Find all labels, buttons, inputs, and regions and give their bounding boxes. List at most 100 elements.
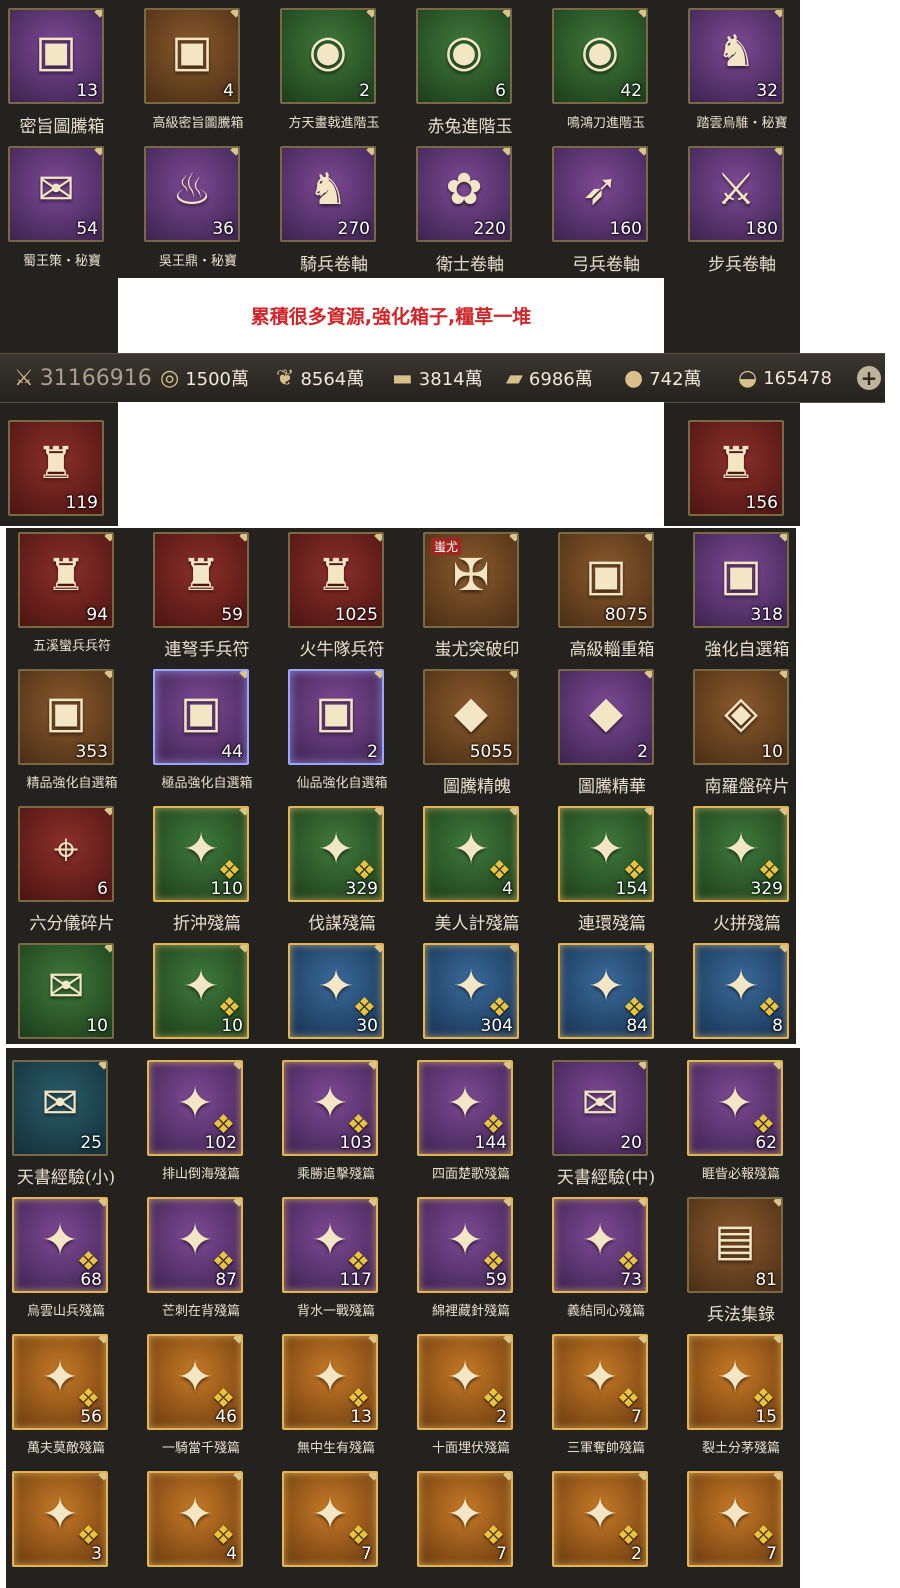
inventory-item[interactable]: ⚔ 180 步兵卷軸 [682,142,800,280]
inventory-item[interactable]: ✦ ❖ 59 綿裡藏針殘篇 [411,1193,547,1330]
inventory-item[interactable]: ✦ ❖ 62 睚眥必報殘篇 [681,1056,800,1193]
inventory-item[interactable]: ✦ ❖ 117 背水一戰殘篇 [276,1193,412,1330]
item-icon-frame[interactable]: ✦ ❖ 62 [687,1060,783,1156]
inventory-item[interactable]: ✦ ❖ 10 [147,939,283,1044]
item-icon-frame[interactable]: ✦ ❖ 59 [417,1197,513,1293]
inventory-item[interactable]: ✉ 54 蜀王策・秘寶 [2,142,138,280]
resource-item[interactable]: ◒ 165478 [738,354,832,402]
add-resource-button[interactable]: + [857,366,881,390]
inventory-item[interactable]: ◈ 10 南羅盤碎片 [687,665,796,802]
item-icon-frame[interactable]: ▣ 8075 [558,532,654,628]
inventory-item[interactable]: ◆ 5055 圖騰精魄 [417,665,553,802]
item-icon-frame[interactable]: ✦ ❖ 13 [282,1334,378,1430]
inventory-item[interactable]: ▤ 81 兵法集錄 [681,1193,800,1330]
item-icon-frame[interactable]: ✦ ❖ 68 [12,1197,108,1293]
inventory-item[interactable]: ✠ 蚩尤 蚩尤突破印 [417,528,553,665]
item-icon-frame[interactable]: ✦ ❖ 103 [282,1060,378,1156]
item-icon-frame[interactable]: ✦ ❖ 7 [687,1471,783,1567]
inventory-item[interactable]: ♞ 32 踏雲烏騅・秘寶 [682,4,800,142]
inventory-item[interactable]: ✦ ❖ 103 乘勝追擊殘篇 [276,1056,412,1193]
item-icon-frame[interactable]: ◉ 2 [280,8,376,104]
inventory-item[interactable]: ✦ ❖ 87 芒刺在背殘篇 [141,1193,277,1330]
item-icon-frame[interactable]: ♞ 270 [280,146,376,242]
item-icon-frame[interactable]: ▤ 81 [687,1197,783,1293]
inventory-item[interactable]: ✦ ❖ 7 三軍奪帥殘篇 [546,1330,682,1467]
inventory-item[interactable]: ♨ 36 吳王鼎・秘寶 [138,142,274,280]
inventory-item[interactable]: ♜ 119 [8,420,104,516]
item-icon-frame[interactable]: ✦ ❖ 10 [153,943,249,1039]
item-icon-frame[interactable]: ✦ ❖ 56 [12,1334,108,1430]
item-icon-frame[interactable]: ➶ 160 [552,146,648,242]
inventory-item[interactable]: ✉ 10 [12,939,148,1044]
inventory-item[interactable]: ▣ 44 極品強化自選箱 [147,665,283,802]
inventory-item[interactable]: ✦ ❖ 7 [411,1467,547,1588]
item-icon-frame[interactable]: ◈ 10 [693,669,789,765]
inventory-item[interactable]: ✦ ❖ 102 排山倒海殘篇 [141,1056,277,1193]
item-icon-frame[interactable]: ✉ 54 [8,146,104,242]
inventory-item[interactable]: ✉ 25 天書經驗(小) [6,1056,142,1193]
resource-item[interactable]: ◎ 1500萬 [160,354,249,402]
item-icon-frame[interactable]: ✉ 25 [12,1060,108,1156]
inventory-item[interactable]: ◉ 2 方天畫戟進階玉 [274,4,410,142]
inventory-item[interactable]: ✦ ❖ 4 美人計殘篇 [417,802,553,939]
inventory-item[interactable]: ♜ 59 連弩手兵符 [147,528,283,665]
inventory-item[interactable]: ▣ 8075 高級輜重箱 [552,528,688,665]
inventory-item[interactable]: ▣ 2 仙品強化自選箱 [282,665,418,802]
inventory-item[interactable]: ✉ 20 天書經驗(中) [546,1056,682,1193]
inventory-item[interactable]: ✦ ❖ 304 [417,939,553,1044]
item-icon-frame[interactable]: ✦ ❖ 304 [423,943,519,1039]
item-icon-frame[interactable]: ✦ ❖ 30 [288,943,384,1039]
item-icon-frame[interactable]: ▣ 353 [18,669,114,765]
inventory-item[interactable]: ➶ 160 弓兵卷軸 [546,142,682,280]
item-icon-frame[interactable]: ✦ ❖ 8 [693,943,789,1039]
resource-item[interactable]: ▰ 6986萬 [506,354,593,402]
item-icon-frame[interactable]: ✦ ❖ 4 [423,806,519,902]
inventory-item[interactable]: ✦ ❖ 68 烏雲山兵殘篇 [6,1193,142,1330]
item-icon-frame[interactable]: ✦ ❖ 7 [552,1334,648,1430]
inventory-item[interactable]: ✦ ❖ 13 無中生有殘篇 [276,1330,412,1467]
item-icon-frame[interactable]: ✦ ❖ 87 [147,1197,243,1293]
item-icon-frame[interactable]: ♜ 59 [153,532,249,628]
item-icon-frame[interactable]: ◉ 42 [552,8,648,104]
item-icon-frame[interactable]: ✦ ❖ 329 [288,806,384,902]
inventory-item[interactable]: ✦ ❖ 154 連環殘篇 [552,802,688,939]
item-icon-frame[interactable]: ✠ 蚩尤 [423,532,519,628]
inventory-item[interactable]: ♜ 94 五溪蠻兵兵符 [12,528,148,665]
item-icon-frame[interactable]: ✉ 20 [552,1060,648,1156]
item-icon-frame[interactable]: ▣ 318 [693,532,789,628]
inventory-item[interactable]: ♜ 1025 火牛隊兵符 [282,528,418,665]
inventory-item[interactable]: ◉ 6 赤兔進階玉 [410,4,546,142]
inventory-item[interactable]: ✦ ❖ 56 萬夫莫敵殘篇 [6,1330,142,1467]
item-icon-frame[interactable]: ◉ 6 [416,8,512,104]
inventory-item[interactable]: ♜ 156 [688,420,784,516]
inventory-item[interactable]: ✦ ❖ 144 四面楚歌殘篇 [411,1056,547,1193]
item-icon-frame[interactable]: ◆ 2 [558,669,654,765]
item-icon-frame[interactable]: ✦ ❖ 102 [147,1060,243,1156]
item-icon-frame[interactable]: ✦ ❖ 154 [558,806,654,902]
item-icon-frame[interactable]: ▣ 4 [144,8,240,104]
inventory-item[interactable]: ✦ ❖ 3 [6,1467,142,1588]
item-icon-frame[interactable]: ▣ 2 [288,669,384,765]
item-icon-frame[interactable]: ✦ ❖ 7 [417,1471,513,1567]
item-icon-frame[interactable]: ✦ ❖ 117 [282,1197,378,1293]
inventory-item[interactable]: ✦ ❖ 4 [141,1467,277,1588]
item-icon-frame[interactable]: ✦ ❖ 73 [552,1197,648,1293]
inventory-item[interactable]: ✦ ❖ 2 [546,1467,682,1588]
item-icon-frame[interactable]: ◆ 5055 [423,669,519,765]
inventory-item[interactable]: ✦ ❖ 329 火拼殘篇 [687,802,796,939]
inventory-item[interactable]: ✦ ❖ 46 一騎當千殘篇 [141,1330,277,1467]
item-icon-frame[interactable]: ✦ ❖ 144 [417,1060,513,1156]
item-icon-frame[interactable]: ✦ ❖ 15 [687,1334,783,1430]
item-icon-frame[interactable]: ♜ 94 [18,532,114,628]
inventory-item[interactable]: ✦ ❖ 329 伐謀殘篇 [282,802,418,939]
item-icon-frame[interactable]: ✦ ❖ 7 [282,1471,378,1567]
item-icon-frame[interactable]: ✦ ❖ 4 [147,1471,243,1567]
item-icon-frame[interactable]: ✦ ❖ 84 [558,943,654,1039]
inventory-item[interactable]: ◉ 42 鳴鴻刀進階玉 [546,4,682,142]
resource-item[interactable]: ❦ 8564萬 [276,354,364,402]
item-icon-frame[interactable]: ♜ 1025 [288,532,384,628]
item-icon-frame[interactable]: ✿ 220 [416,146,512,242]
inventory-item[interactable]: ✦ ❖ 2 十面埋伏殘篇 [411,1330,547,1467]
inventory-item[interactable]: ♞ 270 騎兵卷軸 [274,142,410,280]
inventory-item[interactable]: ✦ ❖ 30 [282,939,418,1044]
